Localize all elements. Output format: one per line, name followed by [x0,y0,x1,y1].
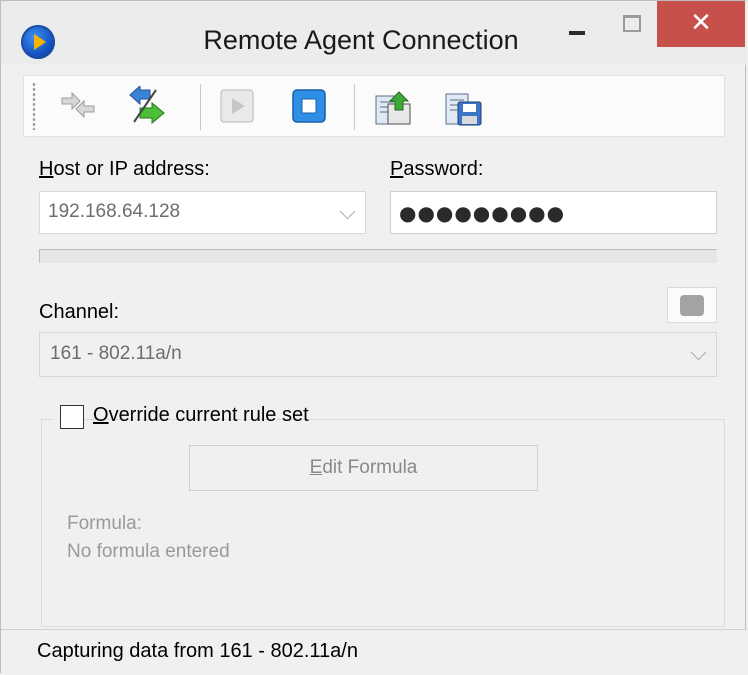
minimize-button[interactable] [549,1,603,47]
connection-progress-bar [39,249,717,263]
stop-icon [292,89,326,123]
minimize-icon [569,31,585,35]
override-checkbox-label[interactable]: Override current rule set [93,404,309,427]
disconnect-arrows-icon [61,91,95,119]
connect-arrows-icon [129,86,165,125]
formula-value: No formula entered [67,541,230,562]
open-file-icon [375,91,411,125]
channel-value: 161 - 802.11a/n [50,343,182,364]
host-value: 192.168.64.128 [48,201,181,222]
status-text: Capturing data from 161 - 802.11a/n [37,640,358,662]
chevron-down-icon[interactable] [339,203,356,220]
chevron-down-icon[interactable] [690,344,707,361]
connect-button[interactable] [122,83,170,129]
status-bar: Capturing data from 161 - 802.11a/n [1,629,747,675]
window-title: Remote Agent Connection [203,25,519,55]
status-indicator-icon [680,295,704,316]
disconnect-button[interactable] [54,83,102,129]
edit-formula-button[interactable]: Edit Formula [189,445,538,491]
play-icon [220,89,254,123]
maximize-button[interactable] [603,1,657,47]
password-label: Password: [390,158,484,180]
override-checkbox-row[interactable]: Override current rule set [53,404,309,434]
load-settings-button[interactable] [368,83,416,129]
toolbar-grip[interactable] [32,82,36,130]
channel-label: Channel: [39,301,120,323]
title-bar[interactable]: Remote Agent Connection ✕ [1,1,747,65]
close-icon: ✕ [690,8,712,38]
toolbar [23,75,725,137]
override-checkbox[interactable] [60,405,84,429]
password-field[interactable]: ●●●●●●●●● [390,191,717,234]
host-label: Host or IP address: [39,158,210,180]
maximize-icon [623,15,641,32]
close-button[interactable]: ✕ [657,1,745,47]
stop-capture-button[interactable] [286,83,334,129]
remote-agent-connection-window: Remote Agent Connection ✕ Host or IP add… [0,0,747,675]
host-combobox[interactable]: 192.168.64.128 [39,191,366,234]
formula-label: Formula: [67,513,142,534]
start-capture-button[interactable] [214,83,262,129]
channel-combobox[interactable]: 161 - 802.11a/n [39,332,717,377]
save-file-icon [445,93,482,126]
status-indicator-button[interactable] [667,287,717,323]
password-value: ●●●●●●●●● [399,201,566,225]
save-settings-button[interactable] [438,83,486,129]
